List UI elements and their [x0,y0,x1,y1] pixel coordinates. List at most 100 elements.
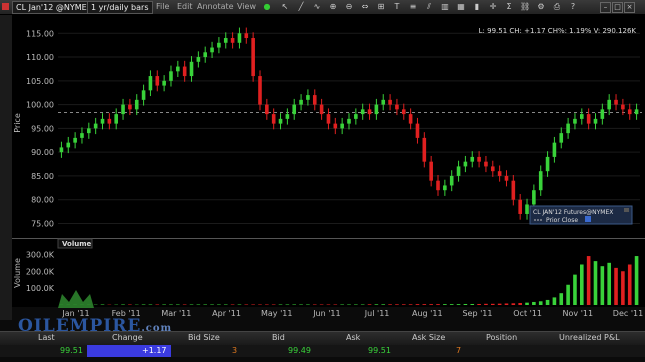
candle-body [271,114,276,124]
volume-bar [449,304,454,305]
volume-bar [422,304,427,305]
candle-body [80,133,84,138]
volume-bar [429,304,433,305]
volume-bar [600,266,605,305]
col-change[interactable]: Change [112,333,143,342]
volume-bar [518,302,522,305]
volume-bar [285,304,290,305]
volume-bar [128,304,132,305]
col-ask-size[interactable]: Ask Size [412,333,445,342]
candle-body [333,123,338,129]
legend-checkbox[interactable] [585,216,591,222]
close-icon[interactable]: × [624,2,635,13]
volume-bar [388,304,392,305]
menu-file[interactable]: File [156,1,169,12]
volume-bar [586,256,591,305]
settings-icon[interactable]: ⚙ [536,2,546,12]
volume-bar [244,304,249,305]
studies-icon[interactable]: Σ [504,2,514,12]
candle-body [278,118,283,124]
grid-icon[interactable]: ▦ [456,2,466,12]
cursor-icon[interactable]: ↖ [280,2,290,12]
volume-bar [182,304,187,305]
volume-bar [176,304,180,305]
candle-body [326,114,331,124]
period-dropdown[interactable]: 1 yr/daily bars [87,1,153,14]
candles-icon[interactable]: ▮ [472,2,482,12]
candle-body [189,61,194,77]
candle-body [134,99,139,110]
candle-body [395,104,399,110]
volume-bar [456,304,461,305]
candle-body [580,114,584,119]
help-icon[interactable]: ? [568,2,578,12]
symbol-dropdown[interactable]: CL Jan'12 @NYMEX [12,1,97,14]
candle-body [73,137,77,143]
volume-bar [189,304,194,305]
candle-body [299,99,303,105]
arrows-icon[interactable]: ⇔ [360,2,370,12]
minimize-icon[interactable]: – [600,2,611,13]
legend-prior-close: Prior Close [546,217,578,224]
col-bid[interactable]: Bid [272,333,285,342]
volume-bar [545,299,550,305]
text-tool-icon[interactable]: T [392,2,402,12]
wave-tool-icon[interactable]: ∿ [312,2,322,12]
candle-body [449,175,454,186]
volume-bar [251,304,255,305]
candle-body [621,104,625,110]
menu-annotate[interactable]: Annotate [197,1,234,12]
quote-row[interactable]: 99.51 +1.17 3 99.49 99.51 7 [0,345,645,357]
volume-bar [627,264,632,305]
col-bid-size[interactable]: Bid Size [188,333,220,342]
price-chart[interactable]: 115.00 110.00 105.00 100.00 95.00 90.00 85.00 8… [0,15,645,330]
volume-bar [360,304,365,305]
candle-body [627,109,632,115]
link-icon[interactable]: ⛓ [520,2,530,12]
zoom-out-icon[interactable]: ⊖ [344,2,354,12]
volume-bar [326,304,331,305]
menu-view[interactable]: View [237,1,256,12]
candle-body [532,190,536,205]
col-unrealized-pnl[interactable]: Unrealized P&L [559,333,620,342]
candle-body [100,118,105,124]
quote-info: L: 99.51 CH: +1.17 CH%: 1.19% V: 290.126… [479,27,637,35]
candle-body [470,156,475,162]
ruler-icon[interactable]: ⊞ [376,2,386,12]
volume-bar [354,304,358,305]
candle-body [511,180,516,200]
channel-tool-icon[interactable]: ⫽ [424,2,434,12]
volume-bar [217,304,221,305]
candle-body [230,38,235,43]
volume-bar [538,301,543,305]
circle-icon[interactable]: ● [262,2,272,12]
menu-edit[interactable]: Edit [177,1,193,12]
volume-pane [12,239,645,307]
candle-body [312,95,317,105]
bars-icon[interactable]: ▥ [440,2,450,12]
volume-bar [408,304,413,305]
candle-body [573,118,577,124]
volume-bar [573,274,577,305]
restore-icon[interactable]: □ [612,2,623,13]
volume-bar [169,304,173,305]
line-tool-icon[interactable]: ╱ [296,2,306,12]
volume-bar [395,304,399,305]
candle-body [196,57,201,62]
col-position[interactable]: Position [486,333,517,342]
month-tick-label: Jul '11 [364,309,390,318]
quote-table-header: Last Change Bid Size Bid Ask Ask Size Po… [0,331,645,346]
quote-table: Last Change Bid Size Bid Ask Ask Size Po… [0,331,645,362]
col-ask[interactable]: Ask [346,333,360,342]
price-tick-label: 110.00 [26,53,54,62]
zoom-in-icon[interactable]: ⊕ [328,2,338,12]
print-icon[interactable]: ⎙ [552,2,562,12]
volume-tick-label: 200.0K [26,267,55,276]
crosshair-icon[interactable]: ✛ [488,2,498,12]
fib-tool-icon[interactable]: ≡ [408,2,418,12]
legend-menu-icon[interactable] [624,208,629,212]
candle-body [586,114,591,124]
volume-bar [463,303,468,305]
volume-bar [504,303,509,305]
col-last[interactable]: Last [38,333,55,342]
